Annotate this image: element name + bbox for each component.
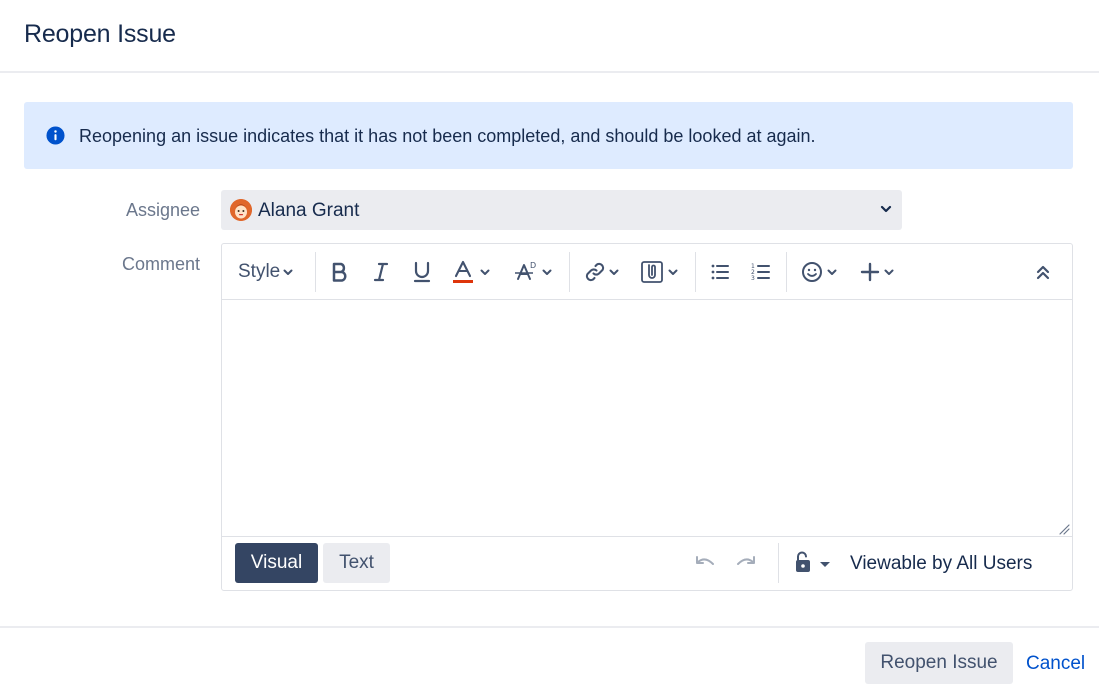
footer-divider [778, 543, 779, 583]
text-effects-button[interactable]: D [514, 258, 554, 286]
unlock-icon [796, 551, 810, 572]
comment-editor: Style D 1 2 3 Visual Text Viewable by Al… [221, 243, 1073, 591]
attachment-button[interactable] [640, 258, 680, 286]
info-icon [46, 126, 65, 145]
bold-button[interactable] [330, 258, 350, 286]
bold-icon [332, 262, 347, 282]
redo-icon[interactable] [735, 554, 757, 572]
insert-more-button[interactable] [860, 258, 896, 286]
collapse-toolbar-button[interactable] [1035, 258, 1051, 286]
cancel-link[interactable]: Cancel [1026, 653, 1085, 675]
editor-footer: Visual Text Viewable by All Users [222, 536, 1072, 590]
svg-text:3: 3 [751, 275, 755, 282]
chevron-down-icon [880, 205, 892, 213]
dialog-footer: Reopen Issue Cancel [0, 626, 1099, 693]
text-effects-icon: D [515, 261, 536, 280]
chevron-down-icon [480, 269, 490, 275]
visual-mode-button[interactable]: Visual [235, 543, 318, 583]
text-color-button[interactable] [452, 258, 492, 286]
assignee-name: Alana Grant [258, 200, 360, 221]
italic-button[interactable] [371, 258, 391, 286]
comment-textarea[interactable] [222, 301, 1072, 536]
assignee-label: Assignee [125, 200, 200, 220]
chevron-down-icon [884, 269, 894, 275]
numbered-list-icon: 1 2 3 [751, 263, 770, 282]
style-dropdown-label: Style [238, 261, 281, 282]
style-dropdown[interactable]: Style [238, 258, 294, 286]
svg-text:D: D [530, 261, 536, 270]
text-color-icon [453, 260, 473, 283]
link-button[interactable] [583, 258, 621, 286]
toolbar-divider [569, 252, 570, 292]
avatar [230, 199, 252, 221]
attachment-icon [641, 261, 663, 283]
toolbar-divider [315, 252, 316, 292]
chevron-down-icon [283, 269, 293, 275]
dialog-header: Reopen Issue [0, 0, 1099, 73]
dialog-title: Reopen Issue [24, 20, 176, 48]
visibility-label: Viewable by All Users [850, 553, 1033, 574]
text-mode-button[interactable]: Text [323, 543, 390, 583]
bullet-list-button[interactable] [710, 258, 730, 286]
visibility-dropdown[interactable] [794, 551, 832, 573]
insert-plus-icon [860, 262, 880, 282]
toolbar-divider [695, 252, 696, 292]
emoji-icon [802, 262, 822, 282]
chevron-down-icon [827, 269, 837, 275]
emoji-button[interactable] [801, 258, 839, 286]
reopen-issue-button[interactable]: Reopen Issue [865, 642, 1013, 684]
undo-icon[interactable] [694, 554, 716, 572]
chevron-down-icon [609, 269, 619, 275]
toolbar-divider [786, 252, 787, 292]
assignee-select[interactable]: Alana Grant [221, 190, 902, 230]
caret-down-icon [820, 562, 830, 567]
bullet-list-icon [711, 264, 729, 280]
chevron-down-icon [542, 269, 552, 275]
chevron-down-icon [668, 269, 678, 275]
underline-icon [413, 261, 431, 283]
underline-button[interactable] [412, 258, 432, 286]
info-banner: Reopening an issue indicates that it has… [24, 102, 1073, 169]
resize-handle-icon[interactable] [1058, 523, 1070, 535]
numbered-list-button[interactable]: 1 2 3 [751, 258, 771, 286]
link-icon [585, 262, 605, 282]
collapse-toolbar-icon [1036, 265, 1050, 280]
italic-icon [373, 262, 389, 282]
info-message: Reopening an issue indicates that it has… [79, 126, 816, 146]
comment-label: Comment [121, 254, 200, 274]
editor-toolbar: Style D 1 2 3 [222, 244, 1072, 300]
